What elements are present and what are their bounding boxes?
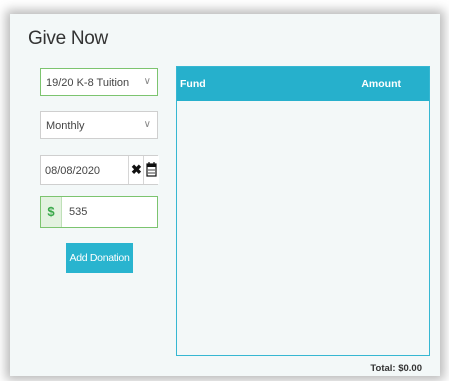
frequency-select-value: Monthly — [46, 120, 85, 132]
chevron-down-icon: ∨ — [143, 119, 151, 130]
frequency-select[interactable]: Monthly ∨ — [40, 111, 158, 139]
page-title: Give Now — [28, 28, 108, 49]
amount-field[interactable]: $ 535 — [40, 196, 158, 228]
close-icon[interactable]: ✖ — [128, 156, 144, 184]
total-label: Total: $0.00 — [370, 363, 422, 374]
fund-select-value: 19/20 K-8 Tuition — [46, 77, 130, 89]
donation-table: Fund Amount — [176, 66, 430, 356]
add-donation-button[interactable]: Add Donation — [66, 243, 133, 273]
calendar-icon[interactable] — [143, 156, 159, 184]
chevron-down-icon: ∨ — [143, 76, 151, 87]
column-header-amount: Amount — [361, 78, 401, 90]
table-header: Fund Amount — [177, 67, 429, 101]
currency-addon: $ — [41, 197, 62, 227]
date-field[interactable]: 08/08/2020 ✖ — [40, 155, 159, 185]
date-field-value: 08/08/2020 — [45, 165, 101, 177]
column-header-fund: Fund — [180, 78, 206, 90]
amount-field-value: 535 — [69, 206, 88, 218]
fund-select[interactable]: 19/20 K-8 Tuition ∨ — [40, 68, 158, 96]
